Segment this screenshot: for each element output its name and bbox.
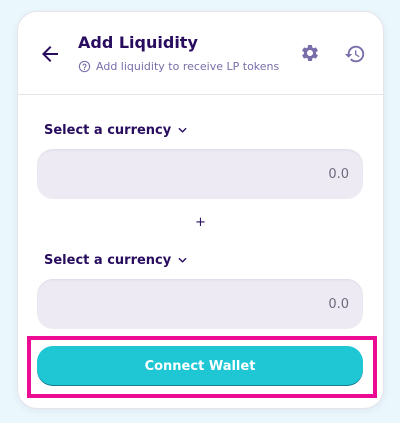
- amount-field-a[interactable]: [37, 149, 363, 199]
- page-subtitle: Add liquidity to receive LP tokens: [78, 60, 279, 73]
- history-icon[interactable]: [344, 43, 366, 65]
- card-header: Add Liquidity Add liquidity to receive L…: [18, 12, 383, 95]
- page-title: Add Liquidity: [78, 33, 198, 52]
- amount-input-b[interactable]: [37, 279, 363, 329]
- currency-select-b[interactable]: Select a currency: [44, 253, 188, 268]
- plus-separator: +: [195, 215, 206, 230]
- amount-field-b[interactable]: [37, 279, 363, 329]
- connect-wallet-button[interactable]: Connect Wallet: [37, 346, 363, 386]
- amount-input-a[interactable]: [37, 149, 363, 199]
- currency-select-label: Select a currency: [44, 123, 172, 138]
- gear-icon[interactable]: [300, 43, 320, 63]
- connect-highlight: Connect Wallet: [27, 336, 377, 398]
- currency-select-a[interactable]: Select a currency: [44, 123, 188, 138]
- chevron-down-icon: [178, 127, 187, 133]
- chevron-down-icon: [178, 257, 187, 263]
- currency-select-label: Select a currency: [44, 253, 172, 268]
- back-arrow-icon[interactable]: [38, 42, 62, 66]
- help-icon[interactable]: [78, 60, 91, 73]
- subtitle-text: Add liquidity to receive LP tokens: [96, 60, 280, 73]
- add-liquidity-card: Add Liquidity Add liquidity to receive L…: [17, 11, 384, 409]
